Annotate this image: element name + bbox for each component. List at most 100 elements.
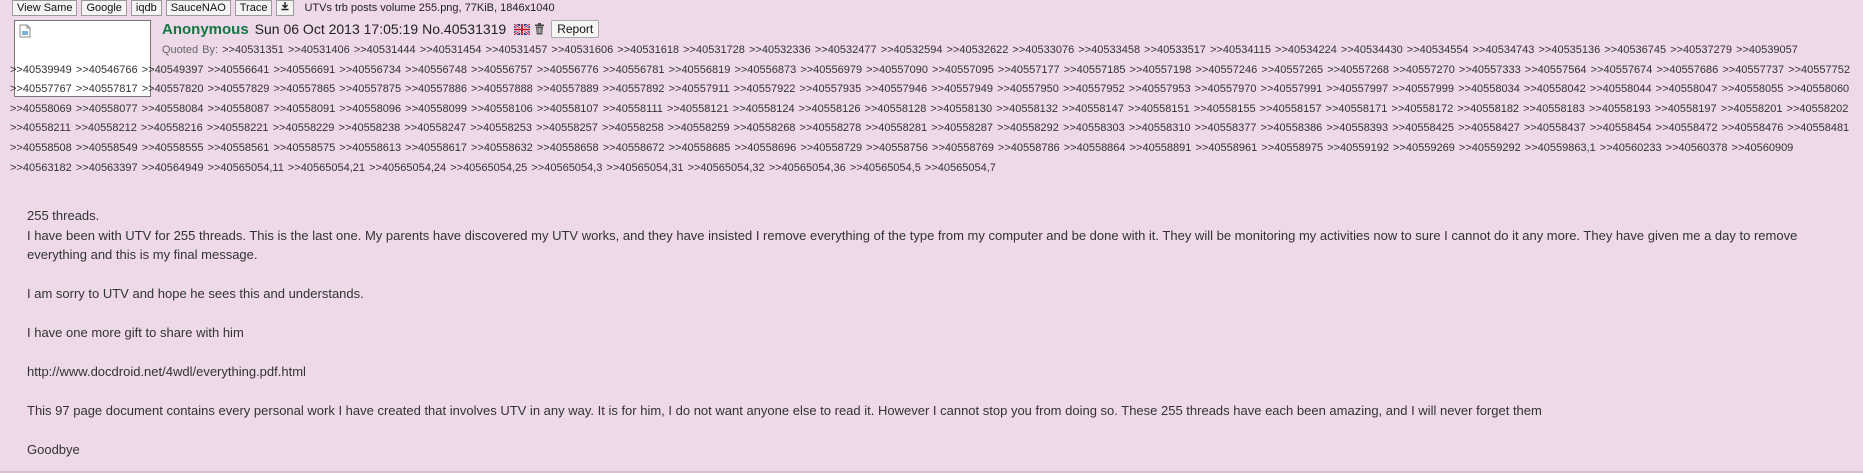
quote-link[interactable]: >>40558786	[998, 142, 1060, 154]
quote-link[interactable]: >>40558121	[667, 103, 729, 115]
quote-link[interactable]: >>40558084	[142, 103, 204, 115]
quote-link[interactable]: >>40558128	[865, 103, 927, 115]
quote-link[interactable]: >>40558287	[931, 122, 993, 134]
quote-link[interactable]: >>40557817	[76, 83, 138, 95]
quote-link[interactable]: >>40557997	[1326, 83, 1388, 95]
quote-link[interactable]: >>40558961	[1195, 142, 1257, 154]
quote-link[interactable]: >>40549397	[142, 64, 204, 76]
quote-link[interactable]: >>40557752	[1788, 64, 1850, 76]
quote-link[interactable]: >>40558632	[471, 142, 533, 154]
quote-link[interactable]: >>40559863,1	[1525, 142, 1596, 154]
quote-link[interactable]: >>40534430	[1341, 44, 1403, 56]
quote-link[interactable]: >>40558124	[733, 103, 795, 115]
quote-link[interactable]: >>40534224	[1275, 44, 1337, 56]
quote-link[interactable]: >>40557270	[1393, 64, 1455, 76]
quote-link[interactable]: >>40558549	[76, 142, 138, 154]
quote-link[interactable]: >>40558126	[799, 103, 861, 115]
quote-link[interactable]: >>40556819	[669, 64, 731, 76]
quote-link[interactable]: >>40558292	[997, 122, 1059, 134]
quote-link[interactable]: >>40533517	[1144, 44, 1206, 56]
quote-link[interactable]: >>40558034	[1458, 83, 1520, 95]
quote-link[interactable]: >>40558281	[865, 122, 927, 134]
quote-link[interactable]: >>40558427	[1458, 122, 1520, 134]
quote-link[interactable]: >>40558107	[537, 103, 599, 115]
quote-link[interactable]: >>40558183	[1523, 103, 1585, 115]
quote-link[interactable]: >>40531606	[551, 44, 613, 56]
google-button[interactable]: Google	[81, 0, 127, 16]
quote-link[interactable]: >>40560909	[1732, 142, 1794, 154]
quote-link[interactable]: >>40558481	[1787, 122, 1849, 134]
quote-link[interactable]: >>40558202	[1787, 103, 1849, 115]
quote-link[interactable]: >>40558096	[339, 103, 401, 115]
quote-link[interactable]: >>40565054,36	[769, 162, 846, 174]
quote-link[interactable]: >>40558047	[1656, 83, 1718, 95]
trace-button[interactable]: Trace	[234, 0, 273, 16]
quote-link[interactable]: >>40557875	[339, 83, 401, 95]
post-number[interactable]: No.40531319	[422, 21, 506, 37]
quote-link[interactable]: >>40558229	[273, 122, 335, 134]
quote-link[interactable]: >>40565054,31	[606, 162, 683, 174]
quote-link[interactable]: >>40557829	[208, 83, 270, 95]
quote-link[interactable]: >>40565054,24	[369, 162, 446, 174]
quote-link[interactable]: >>40531457	[486, 44, 548, 56]
quote-link[interactable]: >>40558212	[75, 122, 137, 134]
quote-link[interactable]: >>40565054,32	[688, 162, 765, 174]
quote-link[interactable]: >>40558216	[141, 122, 203, 134]
quote-link[interactable]: >>40557865	[273, 83, 335, 95]
saucenao-button[interactable]: SauceNAO	[165, 0, 231, 16]
quote-link[interactable]: >>40558756	[866, 142, 928, 154]
quote-link[interactable]: >>40539057	[1736, 44, 1798, 56]
quote-link[interactable]: >>40557564	[1525, 64, 1587, 76]
quote-link[interactable]: >>40557095	[932, 64, 994, 76]
quote-link[interactable]: >>40558555	[142, 142, 204, 154]
quote-link[interactable]: >>40558658	[537, 142, 599, 154]
quote-link[interactable]: >>40558060	[1787, 83, 1849, 95]
quote-link[interactable]: >>40558197	[1655, 103, 1717, 115]
quote-link[interactable]: >>40558099	[405, 103, 467, 115]
quote-link[interactable]: >>40558091	[273, 103, 335, 115]
quote-link[interactable]: >>40556748	[405, 64, 467, 76]
quote-link[interactable]: >>40557246	[1195, 64, 1257, 76]
quote-link[interactable]: >>40531444	[354, 44, 416, 56]
quote-link[interactable]: >>40558696	[734, 142, 796, 154]
quote-link[interactable]: >>40535136	[1538, 44, 1600, 56]
quote-link[interactable]: >>40556691	[273, 64, 335, 76]
quote-link[interactable]: >>40534743	[1473, 44, 1535, 56]
quote-link[interactable]: >>40558193	[1589, 103, 1651, 115]
quote-link[interactable]: >>40563182	[10, 162, 72, 174]
quote-link[interactable]: >>40558221	[207, 122, 269, 134]
quote-link[interactable]: >>40558437	[1524, 122, 1586, 134]
quote-link[interactable]: >>40557177	[998, 64, 1060, 76]
quote-link[interactable]: >>40558575	[273, 142, 335, 154]
quote-link[interactable]: >>40558472	[1656, 122, 1718, 134]
quote-link[interactable]: >>40557892	[603, 83, 665, 95]
quote-link[interactable]: >>40558377	[1195, 122, 1257, 134]
quote-link[interactable]: >>40532594	[881, 44, 943, 56]
quote-link[interactable]: >>40565054,3	[531, 162, 602, 174]
download-icon[interactable]	[276, 0, 295, 16]
quote-link[interactable]: >>40558769	[932, 142, 994, 154]
quote-link[interactable]: >>40557950	[997, 83, 1059, 95]
quote-link[interactable]: >>40557991	[1261, 83, 1323, 95]
quote-link[interactable]: >>40531728	[683, 44, 745, 56]
quote-link[interactable]: >>40557674	[1591, 64, 1653, 76]
quote-link[interactable]: >>40558508	[10, 142, 72, 154]
quote-link[interactable]: >>40558069	[10, 103, 72, 115]
quote-link[interactable]: >>40534115	[1210, 44, 1271, 56]
quote-link[interactable]: >>40558685	[669, 142, 731, 154]
quote-link[interactable]: >>40558278	[800, 122, 862, 134]
quote-link[interactable]: >>40556757	[471, 64, 533, 76]
quote-link[interactable]: >>40558258	[602, 122, 664, 134]
quote-link[interactable]: >>40557265	[1261, 64, 1323, 76]
quote-link[interactable]: >>40556873	[734, 64, 796, 76]
quote-link[interactable]: >>40558044	[1590, 83, 1652, 95]
quote-link[interactable]: >>40539949	[10, 64, 72, 76]
quote-link[interactable]: >>40531618	[617, 44, 679, 56]
quote-link[interactable]: >>40558147	[1062, 103, 1124, 115]
file-info[interactable]: UTVs trb posts volume 255.png, 77KiB, 18…	[304, 2, 554, 14]
quote-link[interactable]: >>40558201	[1721, 103, 1783, 115]
quote-link[interactable]: >>40558182	[1457, 103, 1519, 115]
quote-link[interactable]: >>40558247	[404, 122, 466, 134]
quote-link[interactable]: >>40560233	[1600, 142, 1662, 154]
quote-link[interactable]: >>40557686	[1656, 64, 1718, 76]
